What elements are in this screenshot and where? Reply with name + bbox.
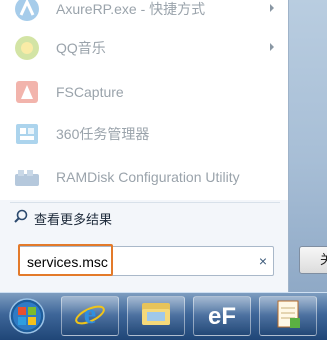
see-more-results-link[interactable]: 查看更多结果: [14, 207, 112, 229]
taskbar-ie-button[interactable]: e: [61, 296, 119, 336]
taskbar-explorer-button[interactable]: [127, 296, 185, 336]
submenu-arrow-icon: [270, 4, 274, 12]
program-label: FSCapture: [56, 84, 124, 100]
shutdown-button[interactable]: 关: [299, 246, 327, 274]
see-more-label: 查看更多结果: [34, 211, 113, 227]
file-explorer-icon: [139, 299, 173, 334]
taskbar-ef-button[interactable]: eF: [193, 296, 251, 336]
divider: [10, 202, 280, 203]
program-item-fscapture[interactable]: FSCapture: [10, 73, 280, 111]
taskbar: e eF: [0, 292, 327, 340]
program-label: RAMDisk Configuration Utility: [56, 169, 240, 185]
program-list: AxureRP.exe - 快捷方式 QQ音乐 FSCapture 360任务管…: [0, 0, 288, 200]
search-input[interactable]: [27, 251, 111, 273]
taskbar-notepad-button[interactable]: [259, 296, 317, 336]
notepad-app-icon: [271, 298, 305, 335]
program-item-qq-music[interactable]: QQ音乐: [10, 29, 280, 67]
program-item-360-task-manager[interactable]: 360任务管理器: [10, 115, 280, 153]
search-magnifier-icon: [14, 209, 28, 228]
axure-icon: [10, 0, 44, 26]
clear-search-icon[interactable]: ×: [256, 253, 270, 269]
svg-text:eF: eF: [208, 303, 236, 329]
start-menu: AxureRP.exe - 快捷方式 QQ音乐 FSCapture 360任务管…: [0, 0, 289, 292]
internet-explorer-icon: e: [73, 297, 107, 336]
ramdisk-icon: [10, 160, 44, 194]
program-item-ramdisk[interactable]: RAMDisk Configuration Utility: [10, 158, 280, 196]
program-item-axure[interactable]: AxureRP.exe - 快捷方式: [10, 0, 280, 28]
ef-app-icon: eF: [205, 299, 239, 334]
program-label: 360任务管理器: [56, 126, 150, 142]
svg-text:e: e: [84, 299, 96, 330]
program-label: AxureRP.exe - 快捷方式: [56, 1, 206, 17]
360-task-manager-icon: [10, 117, 44, 151]
submenu-arrow-icon: [270, 43, 274, 51]
qq-music-icon: [10, 31, 44, 65]
start-orb[interactable]: [5, 296, 49, 336]
fscapture-icon: [10, 75, 44, 109]
program-label: QQ音乐: [56, 40, 106, 56]
